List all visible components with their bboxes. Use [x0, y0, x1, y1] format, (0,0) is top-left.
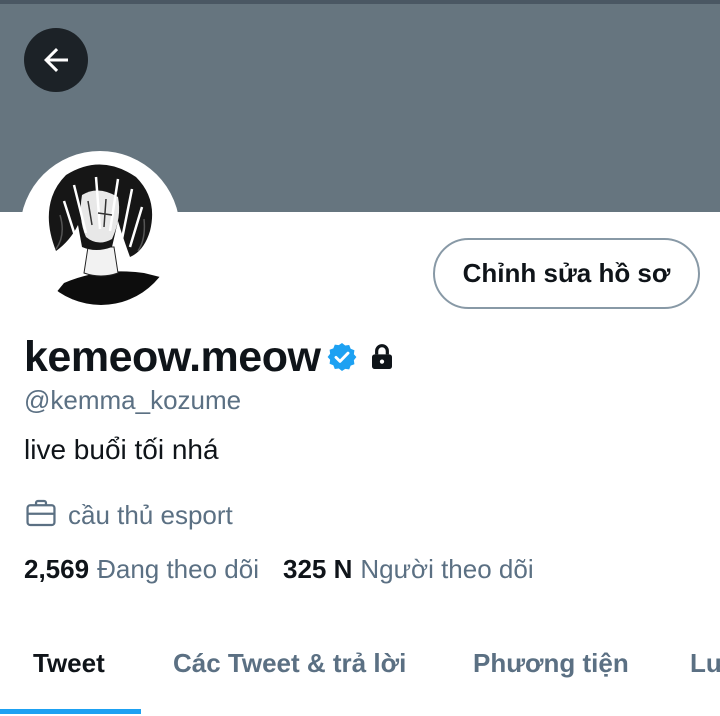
back-button[interactable]: [24, 28, 88, 92]
avatar[interactable]: [26, 155, 176, 305]
tab-tweets-replies[interactable]: Các Tweet & trả lời: [173, 648, 406, 679]
profile-handle: @kemma_kozume: [24, 385, 242, 415]
verified-badge-icon: [326, 341, 358, 373]
followers-stat[interactable]: 325 N Người theo dõi: [283, 554, 534, 585]
followers-count: 325 N: [282, 554, 353, 584]
profile-tabs: Tweet Các Tweet & trả lời Phương tiện Lư…: [0, 620, 720, 716]
tab-likes[interactable]: Lượt thích: [690, 648, 720, 679]
tab-media[interactable]: Phương tiện: [473, 648, 629, 679]
profile-page: Chỉnh sửa hồ sơ kemeow.meow @kemma_kozum…: [0, 0, 720, 716]
job-text: cầu thủ esport: [68, 500, 233, 530]
lock-icon: [366, 341, 398, 373]
avatar-image: [26, 155, 176, 305]
follow-stats: 2,569 Đang theo dõi 325 N Người theo dõi: [24, 554, 534, 585]
followers-label: Người theo dõi: [360, 554, 534, 584]
briefcase-icon: [24, 496, 58, 535]
following-label: Đang theo dõi: [97, 554, 259, 584]
name-row: kemeow.meow: [24, 330, 398, 384]
profile-bio: live buổi tối nhá: [24, 434, 219, 465]
display-name: kemeow.meow: [24, 332, 321, 381]
edit-profile-button[interactable]: Chỉnh sửa hồ sơ: [433, 238, 700, 309]
active-tab-indicator: [0, 709, 141, 714]
arrow-left-icon: [44, 48, 68, 72]
profile-job: cầu thủ esport: [24, 496, 233, 535]
tab-tweets[interactable]: Tweet: [33, 648, 105, 679]
following-count: 2,569: [24, 554, 90, 584]
following-stat[interactable]: 2,569 Đang theo dõi: [24, 554, 259, 585]
